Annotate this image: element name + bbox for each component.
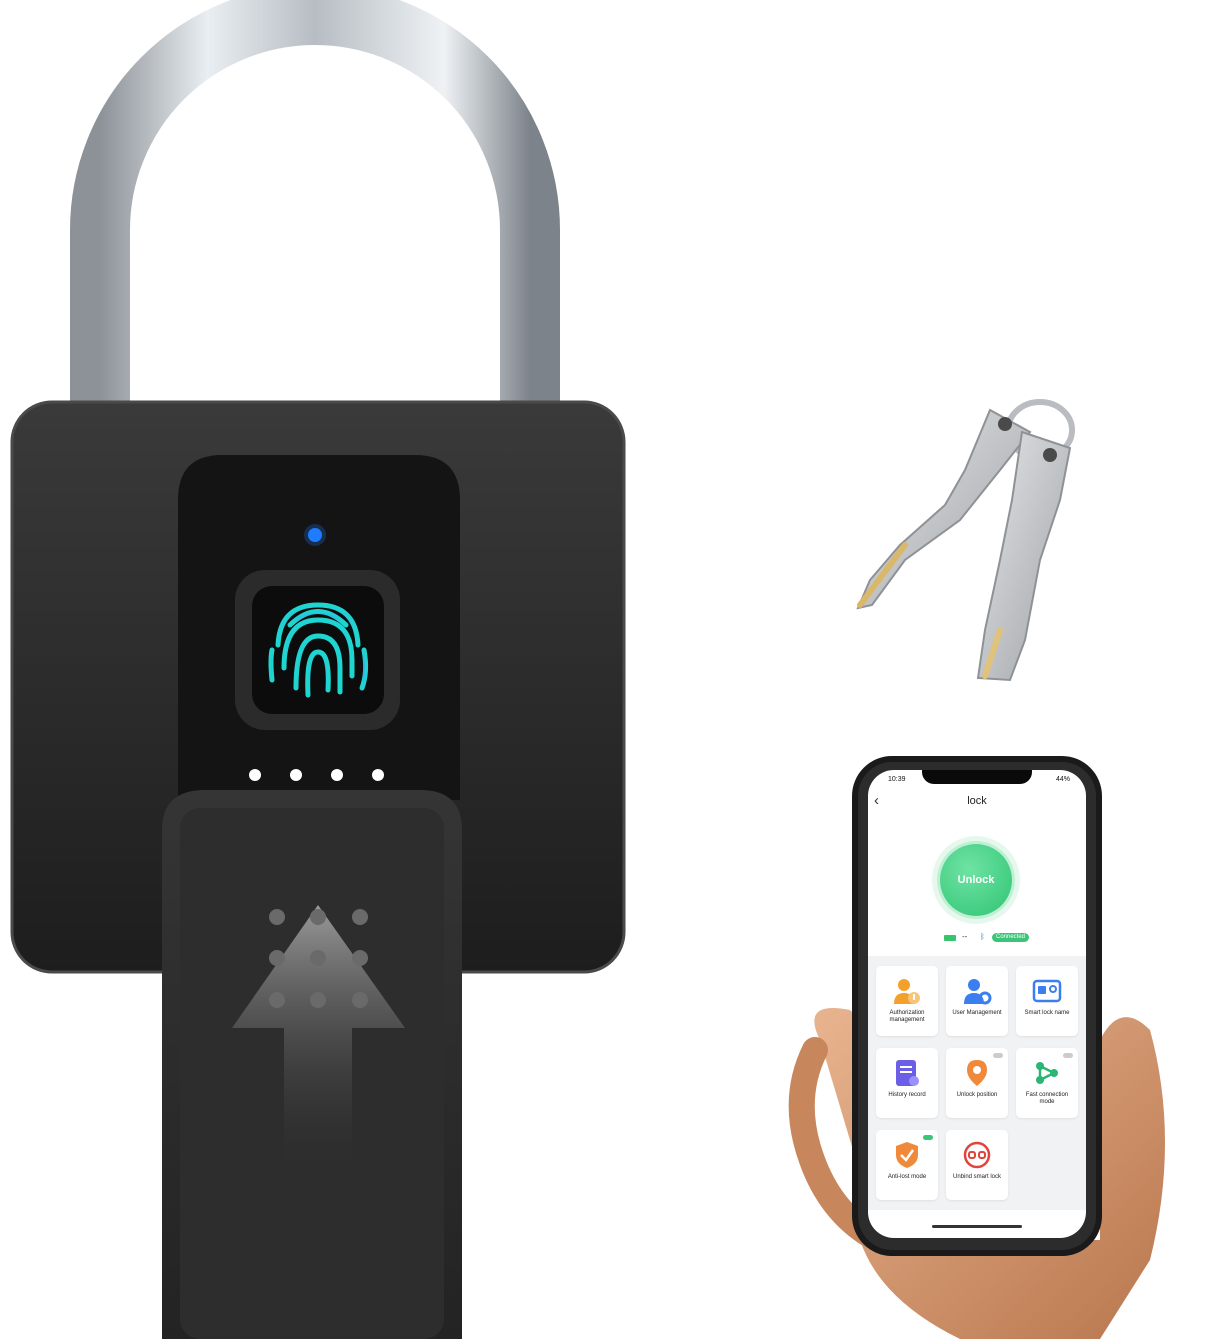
page-title: lock xyxy=(967,795,987,807)
toggle-switch[interactable] xyxy=(1063,1053,1073,1058)
user-management-icon xyxy=(964,979,992,1005)
location-pin-icon xyxy=(967,1060,987,1086)
status-battery: 44% xyxy=(1055,776,1070,783)
tile-smart-lock-name[interactable]: Smart lock name xyxy=(1016,966,1078,1036)
battery-level: -- xyxy=(962,932,968,941)
tile-label: Unbind smart lock xyxy=(952,1174,1002,1180)
tile-label: Fast connection mode xyxy=(1025,1092,1069,1105)
tile-label: Unlock position xyxy=(956,1092,998,1098)
status-time: 10:39 xyxy=(888,776,906,783)
phone-screen: 10:39 44% ‹ lock Unlock -- ᛒ Connected A… xyxy=(868,770,1086,1238)
tile-label: User Management xyxy=(952,1010,1002,1016)
toggle-switch[interactable] xyxy=(993,1053,1003,1058)
unlink-icon xyxy=(963,1141,991,1169)
tile-label: Authorization management xyxy=(889,1010,925,1023)
bluetooth-icon: ᛒ xyxy=(980,932,985,941)
tile-unbind-smart-lock[interactable]: Unbind smart lock xyxy=(946,1130,1008,1200)
share-nodes-icon xyxy=(1036,1062,1058,1084)
shield-check-icon xyxy=(896,1142,918,1168)
status-bar: 10:39 44% xyxy=(868,775,1086,787)
tile-authorization-management[interactable]: Authorization management xyxy=(876,966,938,1036)
history-icon xyxy=(896,1060,919,1086)
toggle-switch[interactable] xyxy=(923,1135,933,1140)
tile-label: Anti-lost mode xyxy=(887,1174,927,1180)
tile-history-record[interactable]: History record xyxy=(876,1048,938,1118)
shackle xyxy=(70,0,560,430)
authorization-icon xyxy=(894,979,920,1004)
tile-user-management[interactable]: User Management xyxy=(946,966,1008,1036)
feature-grid: Authorization management User Management… xyxy=(868,956,1086,1210)
connection-row: -- ᛒ Connected xyxy=(868,932,1086,944)
keys xyxy=(856,399,1075,682)
battery-icon xyxy=(944,935,956,941)
tile-label: Smart lock name xyxy=(1024,1010,1070,1016)
tile-label: History record xyxy=(888,1092,926,1098)
tile-fast-connection-mode[interactable]: Fast connection mode xyxy=(1016,1048,1078,1118)
home-indicator xyxy=(932,1225,1022,1228)
id-card-icon xyxy=(1032,979,1062,1003)
tile-unlock-position[interactable]: Unlock position xyxy=(946,1048,1008,1118)
connection-badge: Connected xyxy=(992,933,1030,942)
tile-anti-lost-mode[interactable]: Anti-lost mode xyxy=(876,1130,938,1200)
unlock-button[interactable]: Unlock xyxy=(940,844,1012,916)
